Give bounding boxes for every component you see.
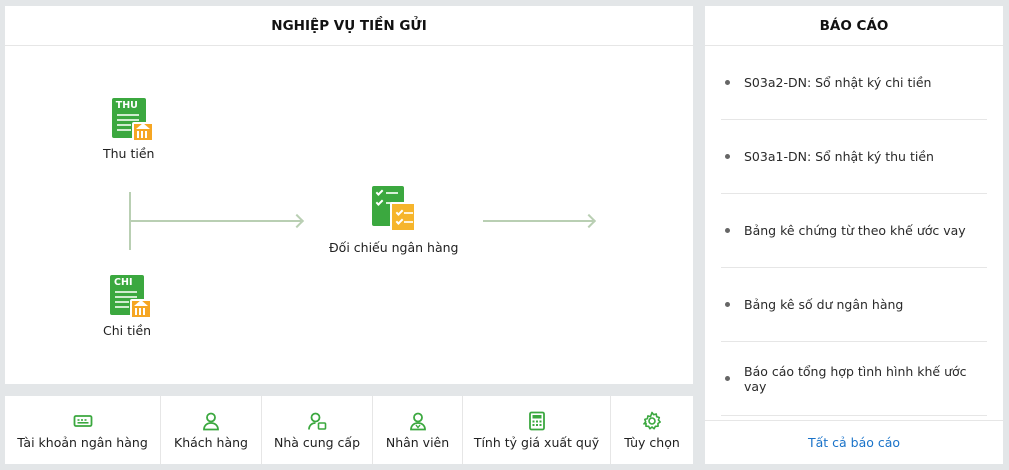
customer-icon <box>201 411 221 431</box>
bank-reconcile-node[interactable]: Đối chiếu ngân hàng <box>329 186 459 255</box>
bank-icon <box>130 299 153 319</box>
calculator-icon <box>527 411 547 431</box>
bullet-icon <box>725 228 730 233</box>
report-item-cash-payment-journal[interactable]: S03a2-DN: Sổ nhật ký chi tiền <box>721 46 987 120</box>
report-item-bank-balance-list[interactable]: Bảng kê số dư ngân hàng <box>721 268 987 342</box>
gear-icon <box>642 411 662 431</box>
report-item-label: S03a1-DN: Sổ nhật ký thu tiền <box>744 149 934 164</box>
reports-panel: BÁO CÁO S03a2-DN: Sổ nhật ký chi tiền S0… <box>705 6 1003 464</box>
reports-title: BÁO CÁO <box>705 6 1003 46</box>
supplier-icon <box>307 411 327 431</box>
bullet-icon <box>725 302 730 307</box>
receipt-label: Thu tiền <box>103 146 155 161</box>
payment-icon: CHI <box>110 275 153 319</box>
customer-button[interactable]: Khách hàng <box>161 396 262 464</box>
exchange-rate-label: Tính tỷ giá xuất quỹ <box>473 434 600 450</box>
deposit-operations-panel: NGHIỆP VỤ TIỀN GỬI THU Thu tiền CHI Chi … <box>5 6 693 384</box>
options-label: Tùy chọn <box>624 434 680 450</box>
report-item-loan-summary[interactable]: Báo cáo tổng hợp tình hình khế ước vay <box>721 342 987 416</box>
payment-label: Chi tiền <box>103 323 152 338</box>
receipt-tag: THU <box>115 100 138 111</box>
bank-account-button[interactable]: Tài khoản ngân hàng <box>5 396 161 464</box>
all-reports-link[interactable]: Tất cả báo cáo <box>705 420 1003 464</box>
report-item-label: Báo cáo tổng hợp tình hình khế ước vay <box>744 363 967 394</box>
report-item-cash-receipt-journal[interactable]: S03a1-DN: Sổ nhật ký thu tiền <box>721 120 987 194</box>
report-item-loan-voucher-list[interactable]: Bảng kê chứng từ theo khế ước vay <box>721 194 987 268</box>
payment-tag: CHI <box>114 277 133 288</box>
employee-button[interactable]: Nhân viên <box>373 396 463 464</box>
report-list: S03a2-DN: Sổ nhật ký chi tiền S03a1-DN: … <box>705 46 1003 416</box>
bank-reconcile-icon <box>371 186 416 232</box>
employee-label: Nhân viên <box>385 434 450 450</box>
receipt-icon: THU <box>111 98 154 142</box>
bank-account-label: Tài khoản ngân hàng <box>17 434 148 450</box>
shortcut-toolbar: Tài khoản ngân hàng Khách hàng Nhà cung … <box>5 396 693 464</box>
bullet-icon <box>725 154 730 159</box>
payment-node[interactable]: CHI Chi tiền <box>103 275 153 338</box>
bank-card-icon <box>73 411 93 431</box>
employee-icon <box>408 411 428 431</box>
supplier-button[interactable]: Nhà cung cấp <box>262 396 373 464</box>
bullet-icon <box>725 376 730 381</box>
report-item-label: Bảng kê số dư ngân hàng <box>744 297 904 312</box>
exchange-rate-button[interactable]: Tính tỷ giá xuất quỹ <box>463 396 611 464</box>
flow-arrow-in <box>131 220 301 222</box>
bank-icon <box>131 122 154 142</box>
supplier-label: Nhà cung cấp <box>274 434 360 450</box>
customer-label: Khách hàng <box>174 434 248 450</box>
bank-reconcile-label: Đối chiếu ngân hàng <box>329 240 459 255</box>
options-button[interactable]: Tùy chọn <box>611 396 693 464</box>
bullet-icon <box>725 80 730 85</box>
report-item-label: S03a2-DN: Sổ nhật ký chi tiền <box>744 75 932 90</box>
panel-title: NGHIỆP VỤ TIỀN GỬI <box>5 6 693 46</box>
report-item-label: Bảng kê chứng từ theo khế ước vay <box>744 223 966 238</box>
flow-arrow-out <box>483 220 593 222</box>
receipt-node[interactable]: THU Thu tiền <box>103 98 154 161</box>
